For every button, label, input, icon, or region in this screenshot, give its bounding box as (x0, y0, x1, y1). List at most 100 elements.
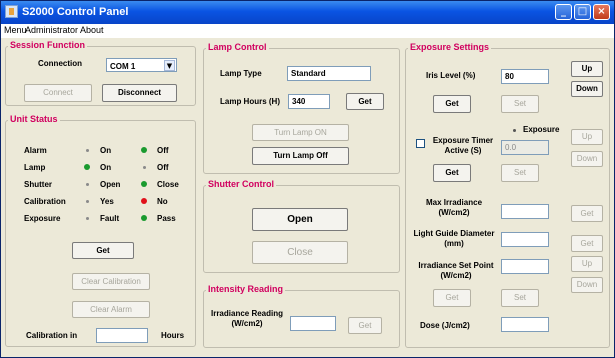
chevron-down-icon[interactable]: ▼ (164, 60, 175, 71)
turn-lamp-off-button[interactable]: Turn Lamp Off (252, 147, 349, 165)
iris-get-button[interactable]: Get (433, 95, 471, 113)
status-indicator-right (141, 147, 147, 153)
exposure-settings-group: Exposure Settings Iris Level (%) 80 Up D… (405, 42, 610, 348)
shutter-open-button[interactable]: Open (252, 208, 348, 231)
lamp-control-title: Lamp Control (206, 42, 269, 52)
connect-button[interactable]: Connect (24, 84, 92, 102)
maximize-button[interactable]: □ (574, 4, 591, 20)
app-window: S2000 Control Panel _ □ × Menu Administr… (0, 0, 615, 358)
title-bar[interactable]: S2000 Control Panel _ □ × (1, 1, 614, 24)
set-point-set-button[interactable]: Set (501, 289, 539, 307)
status-row-label: Alarm (24, 146, 47, 155)
session-function-group: Session Function Connection COM 1 ▼ Conn… (5, 40, 196, 106)
disconnect-button[interactable]: Disconnect (102, 84, 177, 102)
app-icon (5, 5, 18, 18)
com-port-value: COM 1 (110, 62, 136, 71)
com-port-select[interactable]: COM 1 ▼ (106, 58, 177, 72)
exposure-radio-label: Exposure (523, 125, 560, 134)
status-right-label: Pass (157, 214, 176, 223)
status-left-label: Open (100, 180, 121, 189)
status-row-label: Shutter (24, 180, 52, 189)
menu-bar: Menu Administrator About (1, 24, 614, 38)
status-left-label: On (100, 163, 112, 172)
iris-level-label: Iris Level (%) (426, 71, 476, 80)
status-left-label: On (100, 146, 112, 155)
set-point-get-button[interactable]: Get (433, 289, 471, 307)
dose-field[interactable] (501, 317, 549, 332)
status-left-label: Fault (100, 214, 120, 223)
calibration-hours-field[interactable] (96, 328, 148, 343)
clear-alarm-button[interactable]: Clear Alarm (72, 301, 150, 318)
clear-calibration-button[interactable]: Clear Calibration (72, 273, 150, 290)
dose-label: Dose (J/cm2) (420, 321, 470, 330)
status-indicator-left (84, 164, 90, 170)
irradiance-set-point-field[interactable] (501, 259, 549, 274)
max-irradiance-field[interactable] (501, 204, 549, 219)
status-row-label: Exposure (24, 214, 61, 223)
lamp-control-group: Lamp Control Lamp Type Standard Lamp Hou… (203, 42, 400, 174)
exposure-get-button[interactable]: Get (433, 164, 471, 182)
exposure-timer-checkbox[interactable] (416, 139, 425, 148)
unit-status-group: Unit Status Alarm On Off Lamp On Off Shutter Op… (5, 114, 196, 347)
exposure-settings-title: Exposure Settings (408, 42, 492, 52)
status-row-label: Lamp (24, 163, 46, 172)
set-point-up-button[interactable]: Up (571, 256, 603, 272)
set-point-down-button[interactable]: Down (571, 277, 603, 293)
light-guide-get-button[interactable]: Get (571, 235, 603, 252)
minimize-button[interactable]: _ (555, 4, 572, 20)
irradiance-reading-label: Irradiance Reading (W/cm2) (210, 309, 284, 328)
status-right-label: Close (157, 180, 179, 189)
iris-up-button[interactable]: Up (571, 61, 603, 77)
status-indicator-left (86, 200, 89, 203)
shutter-control-group: Shutter Control Open Close (203, 179, 400, 273)
shutter-control-title: Shutter Control (206, 179, 276, 189)
lamp-type-field[interactable]: Standard (287, 66, 371, 81)
status-indicator-right (143, 166, 146, 169)
menu-item-administrator[interactable]: Administrator (25, 25, 78, 35)
status-right-label: No (157, 197, 168, 206)
status-get-button[interactable]: Get (72, 242, 134, 259)
window-title: S2000 Control Panel (22, 6, 129, 18)
status-row-label: Calibration (24, 197, 66, 206)
lamp-hours-label: Lamp Hours (H) (220, 97, 280, 106)
status-indicator-left (86, 149, 89, 152)
intensity-reading-group: Intensity Reading Irradiance Reading (W/… (203, 284, 400, 348)
unit-status-title: Unit Status (8, 114, 60, 124)
exposure-set-button[interactable]: Set (501, 164, 539, 182)
status-indicator-right (141, 181, 147, 187)
exposure-radio[interactable] (513, 129, 516, 132)
calibration-in-label: Calibration in (26, 331, 78, 340)
connection-label: Connection (38, 59, 82, 68)
status-indicator-left (86, 217, 89, 220)
iris-level-field[interactable]: 80 (501, 69, 549, 84)
exposure-up-button[interactable]: Up (571, 129, 603, 145)
lamp-type-label: Lamp Type (220, 69, 262, 78)
light-guide-field[interactable] (501, 232, 549, 247)
hours-label: Hours (161, 331, 185, 340)
light-guide-label: Light Guide Diameter (mm) (413, 229, 495, 248)
status-indicator-left (86, 183, 89, 186)
turn-lamp-on-button[interactable]: Turn Lamp ON (252, 124, 349, 141)
session-function-title: Session Function (8, 40, 88, 50)
intensity-reading-title: Intensity Reading (206, 284, 286, 294)
status-indicator-right (141, 215, 147, 221)
menu-item-menu[interactable]: Menu (4, 25, 27, 35)
irradiance-get-button[interactable]: Get (348, 317, 382, 334)
lamp-hours-get-button[interactable]: Get (346, 93, 384, 110)
exposure-down-button[interactable]: Down (571, 151, 603, 167)
status-right-label: Off (157, 146, 169, 155)
irradiance-reading-field[interactable] (290, 316, 336, 331)
exposure-timer-field[interactable]: 0.0 (501, 140, 549, 155)
iris-set-button[interactable]: Set (501, 95, 539, 113)
status-indicator-right (141, 198, 147, 204)
status-right-label: Off (157, 163, 169, 172)
shutter-close-button[interactable]: Close (252, 241, 348, 264)
iris-down-button[interactable]: Down (571, 81, 603, 97)
menu-item-about[interactable]: About (80, 25, 104, 35)
exposure-timer-label: Exposure Timer Active (S) (432, 136, 494, 155)
status-left-label: Yes (100, 197, 114, 206)
close-button[interactable]: × (593, 4, 610, 20)
lamp-hours-field[interactable]: 340 (288, 94, 330, 109)
max-irradiance-label: Max Irradiance (W/cm2) (425, 198, 483, 217)
max-irradiance-get-button[interactable]: Get (571, 205, 603, 222)
